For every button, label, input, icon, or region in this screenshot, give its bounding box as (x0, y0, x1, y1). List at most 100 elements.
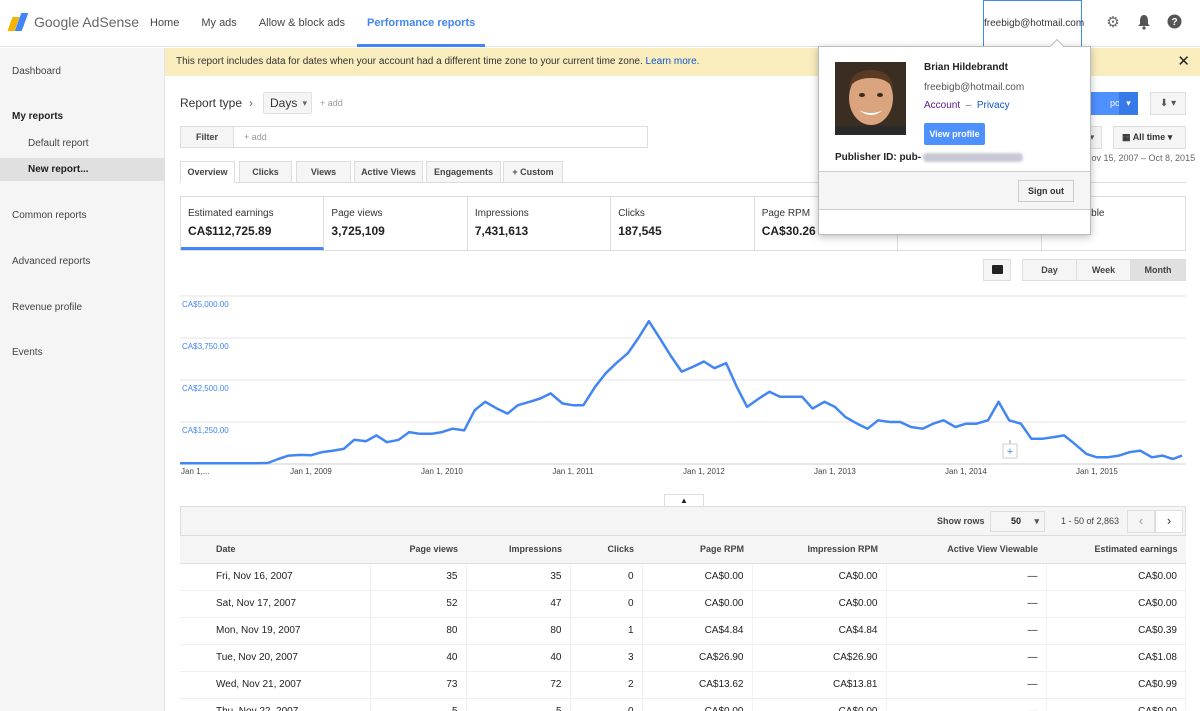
cell-active-view: — (886, 671, 1047, 699)
account-button[interactable]: freebigb@hotmail.com (983, 0, 1084, 47)
main-nav: Home My ads Allow & block ads Performanc… (140, 0, 487, 47)
nav-my-ads[interactable]: My ads (191, 0, 246, 47)
table-row: Mon, Nov 19, 2007 80 80 1 CA$4.84 CA$4.8… (180, 617, 1186, 645)
popup-footer: Sign out (819, 171, 1090, 210)
metric-impressions[interactable]: Impressions 7,431,613 (468, 197, 612, 250)
metric-page-views[interactable]: Page views 3,725,109 (324, 197, 468, 250)
cell-active-view: — (886, 698, 1047, 711)
granularity-day[interactable]: Day (1022, 259, 1077, 281)
sidebar-item-default-report[interactable]: Default report (28, 138, 89, 149)
granularity-month[interactable]: Month (1130, 259, 1186, 281)
tab-clicks[interactable]: Clicks (239, 161, 292, 183)
links-separator: – (965, 100, 972, 111)
x-tick-label: Jan 1, 2012 (683, 467, 725, 476)
annotations-button[interactable] (983, 259, 1011, 281)
cell-active-view: — (886, 590, 1047, 618)
sidebar-item-advanced-reports[interactable]: Advanced reports (12, 256, 90, 267)
popup-user-email: freebigb@hotmail.com (924, 82, 1025, 93)
metric-value: 7,431,613 (474, 224, 529, 238)
cell-clicks: 0 (570, 698, 643, 711)
help-icon[interactable]: ? (1165, 14, 1183, 32)
cell-date: Mon, Nov 19, 2007 (180, 617, 371, 645)
tab-views[interactable]: Views (296, 161, 351, 183)
cell-clicks: 0 (570, 563, 643, 591)
cell-page-rpm: CA$0.00 (642, 590, 753, 618)
sign-out-button[interactable]: Sign out (1018, 180, 1074, 202)
cell-earnings: CA$1.08 (1046, 644, 1186, 672)
table-row: Wed, Nov 21, 2007 73 72 2 CA$13.62 CA$13… (180, 671, 1186, 699)
y-tick-label: CA$5,000.00 (182, 300, 229, 309)
account-link[interactable]: Account (924, 100, 960, 111)
cell-page-rpm: CA$0.00 (642, 563, 753, 591)
comment-icon (992, 265, 1003, 274)
cell-page-rpm: CA$13.62 (642, 671, 753, 699)
cell-date: Wed, Nov 21, 2007 (180, 671, 371, 699)
table-row: Thu, Nov 22, 2007 5 5 0 CA$0.00 CA$0.00 … (180, 698, 1186, 711)
report-type-label: Report type (180, 96, 243, 110)
metric-value: 187,545 (618, 224, 662, 238)
y-tick-label: CA$1,250.00 (182, 426, 229, 435)
add-annotation-marker[interactable]: + (1002, 440, 1018, 459)
view-profile-button[interactable]: View profile (924, 123, 985, 145)
sidebar-item-new-report[interactable]: New report... (28, 164, 89, 175)
cell-impression-rpm: CA$0.00 (752, 698, 887, 711)
avatar[interactable] (835, 62, 906, 135)
metric-estimated-earnings[interactable]: Estimated earnings CA$112,725.89 (181, 197, 325, 250)
logo-text: Google AdSense (34, 14, 140, 30)
cell-clicks: 3 (570, 644, 643, 672)
sidebar-item-my-reports[interactable]: My reports (12, 111, 63, 122)
top-bar: Google AdSense Home My ads Allow & block… (0, 0, 1200, 47)
nav-performance-reports[interactable]: Performance reports (357, 0, 486, 47)
tab-active-views[interactable]: Active Views (354, 161, 423, 183)
granularity-week[interactable]: Week (1076, 259, 1131, 281)
nav-allow-block-ads[interactable]: Allow & block ads (249, 0, 355, 47)
close-icon[interactable]: ✕ (1177, 48, 1190, 76)
save-report-dropdown[interactable]: ▾ (1119, 92, 1138, 115)
cell-date: Fri, Nov 16, 2007 (180, 563, 371, 591)
nav-home[interactable]: Home (140, 0, 189, 47)
col-active-view-viewable[interactable]: Active View Viewable (886, 536, 1046, 564)
tab-custom[interactable]: + Custom (503, 161, 563, 183)
privacy-link[interactable]: Privacy (977, 100, 1010, 111)
col-clicks[interactable]: Clicks (570, 536, 642, 564)
metric-clicks[interactable]: Clicks 187,545 (611, 197, 755, 250)
report-type-select[interactable]: Days (263, 92, 312, 114)
bell-icon[interactable] (1135, 14, 1153, 32)
tab-engagements[interactable]: Engagements (426, 161, 501, 183)
metric-value: 3,725,109 (331, 224, 385, 238)
col-page-views[interactable]: Page views (370, 536, 466, 564)
sidebar-item-events[interactable]: Events (12, 347, 43, 358)
col-date[interactable]: Date (180, 536, 370, 564)
prev-page-button[interactable]: ‹ (1127, 510, 1155, 533)
add-dimension-link[interactable]: + add (320, 98, 343, 108)
sidebar-item-revenue-profile[interactable]: Revenue profile (12, 302, 82, 313)
download-button[interactable]: ⬇ ▾ (1150, 92, 1186, 115)
gear-icon[interactable]: ⚙ (1104, 14, 1122, 32)
cell-clicks: 2 (570, 671, 643, 699)
adsense-logo[interactable]: Google AdSense (7, 13, 140, 31)
x-tick-label: Jan 1,... (181, 467, 209, 476)
learn-more-link[interactable]: Learn more. (646, 56, 700, 67)
cell-impression-rpm: CA$26.90 (752, 644, 887, 672)
col-page-rpm[interactable]: Page RPM (642, 536, 752, 564)
cell-date: Sat, Nov 17, 2007 (180, 590, 371, 618)
cell-clicks: 0 (570, 590, 643, 618)
cell-page-rpm: CA$0.00 (642, 698, 753, 711)
next-page-button[interactable]: › (1155, 510, 1183, 533)
tab-overview[interactable]: Overview (180, 161, 235, 183)
date-range-label: All time (1132, 132, 1166, 142)
collapse-chart-toggle[interactable]: ▲ (664, 494, 704, 506)
rows-per-page-select[interactable]: 50 (990, 511, 1045, 532)
col-impression-rpm[interactable]: Impression RPM (752, 536, 886, 564)
filter-input[interactable]: + add (233, 126, 648, 148)
sidebar-item-dashboard[interactable]: Dashboard (12, 66, 61, 77)
filter-button[interactable]: Filter (180, 126, 234, 148)
sidebar-item-common-reports[interactable]: Common reports (12, 210, 86, 221)
chevron-right-icon: › (249, 96, 253, 110)
download-icon: ⬇ ▾ (1159, 98, 1177, 109)
col-impressions[interactable]: Impressions (466, 536, 570, 564)
col-estimated-earnings[interactable]: Estimated earnings (1046, 536, 1186, 564)
calendar-icon: ▦ (1122, 132, 1131, 142)
date-range-button[interactable]: ▦ All time ▾ (1113, 126, 1186, 149)
metric-label: Clicks (618, 208, 645, 219)
